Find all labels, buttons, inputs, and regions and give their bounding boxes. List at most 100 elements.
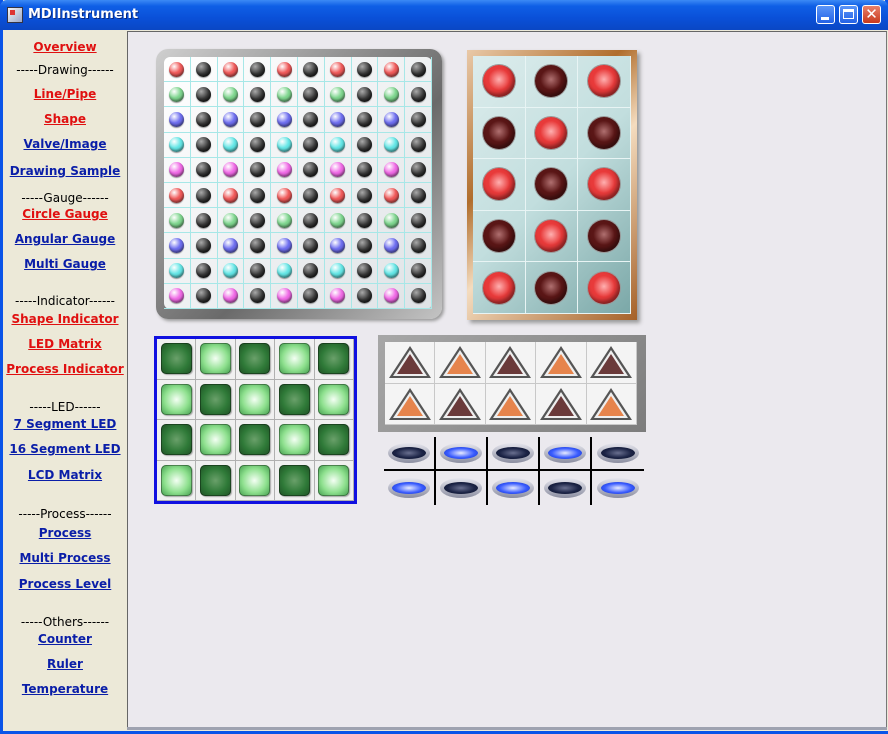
led-lit [169,187,185,203]
sidebar-link-ruler[interactable]: Ruler [6,657,124,671]
ball-cell [578,107,631,160]
led-lit [222,61,238,77]
ball-off [482,220,515,253]
sidebar-link-multi-process[interactable]: Multi Process [6,551,124,565]
led-cell [297,183,325,209]
sidebar-link-angular-gauge[interactable]: Angular Gauge [6,232,124,246]
sidebar-link-drawing-sample[interactable]: Drawing Sample [6,164,124,178]
ball-cell [578,262,631,314]
led-off [249,86,265,102]
led-lit [330,237,346,253]
led-off [249,212,265,228]
oval-cell [540,437,592,471]
square-cell [235,379,276,420]
sidebar-link-line-pipe[interactable]: Line/Pipe [6,87,124,101]
triangle-off [388,346,431,379]
square-cell [314,420,354,461]
oval-off [492,443,534,463]
square-lit [318,383,350,415]
led-off [196,86,212,102]
oval-off [440,478,482,498]
square-off [160,343,192,375]
led-cell [164,107,191,133]
oval-cell [540,471,592,505]
sidebar-link-lcd-matrix[interactable]: LCD Matrix [6,468,124,482]
led-off [249,288,265,304]
ball-lit [588,168,621,201]
led-off [410,237,426,253]
square-lit [160,383,192,415]
triangle-cell [586,342,637,384]
led-off [249,237,265,253]
led-off [249,263,265,279]
sidebar-link-overview[interactable]: Overview [6,40,124,54]
sidebar-link-process-indicator[interactable]: Process Indicator [6,362,124,376]
sidebar-link-temperature[interactable]: Temperature [6,682,124,696]
led-cell [324,157,352,183]
led-cell [190,57,218,83]
square-lit [278,343,310,375]
minimize-button[interactable] [816,5,835,24]
led-cell [378,132,406,158]
oval-cell [592,437,644,471]
app-icon[interactable] [7,7,23,23]
led-cell [405,258,432,284]
led-lit [276,187,292,203]
sidebar-link-shape-indicator[interactable]: Shape Indicator [6,312,124,326]
led-off [249,111,265,127]
led-lit [330,137,346,153]
sidebar-link-7-segment-led[interactable]: 7 Segment LED [6,417,124,431]
led-lit [169,212,185,228]
sidebar-link-process[interactable]: Process [6,526,124,540]
sidebar-link-16-segment-led[interactable]: 16 Segment LED [6,442,124,456]
client-area: Overview -----Drawing------ Line/Pipe Shape… [6,30,888,731]
led-lit [330,61,346,77]
close-icon: ✕ [865,5,878,23]
led-lit [383,162,399,178]
led-cell [271,132,298,158]
square-off [318,343,350,375]
square-off [278,383,310,415]
led-lit [169,288,185,304]
section-process: -----Process------ [18,507,112,521]
led-cell [190,132,218,158]
sidebar-link-multi-gauge[interactable]: Multi Gauge [6,257,124,271]
ball-cell [578,159,631,211]
led-cell [324,183,352,209]
sidebar-link-circle-gauge[interactable]: Circle Gauge [6,207,124,221]
ball-cell [473,159,526,211]
square-off [160,424,192,456]
ball-off [535,65,568,98]
led-off [356,61,372,77]
minimize-icon [821,17,829,20]
led-cell [405,57,432,83]
led-lit [222,212,238,228]
led-off [303,137,319,153]
ball-cell [473,107,526,160]
square-cell [157,420,197,461]
sidebar-link-process-level[interactable]: Process Level [6,577,124,591]
led-cell [297,258,325,284]
led-lit [330,86,346,102]
led-cell [190,258,218,284]
oval-matrix-grid [384,437,644,505]
square-cell [314,339,354,380]
led-cell [217,132,245,158]
sidebar-link-counter[interactable]: Counter [6,632,124,646]
sidebar-link-valve-image[interactable]: Valve/Image [6,137,124,151]
sidebar-link-shape[interactable]: Shape [6,112,124,126]
led-off [356,288,372,304]
maximize-button[interactable] [839,5,858,24]
led-lit [276,237,292,253]
led-lit [169,137,185,153]
led-off [196,237,212,253]
title-bar[interactable]: MDIInstrument ✕ [0,0,888,30]
close-button[interactable]: ✕ [862,5,881,24]
led-cell [271,233,298,259]
square-lit [278,424,310,456]
led-off [196,61,212,77]
led-cell [217,157,245,183]
led-cell [378,258,406,284]
sidebar-link-led-matrix[interactable]: LED Matrix [6,337,124,351]
led-cell [297,283,325,309]
